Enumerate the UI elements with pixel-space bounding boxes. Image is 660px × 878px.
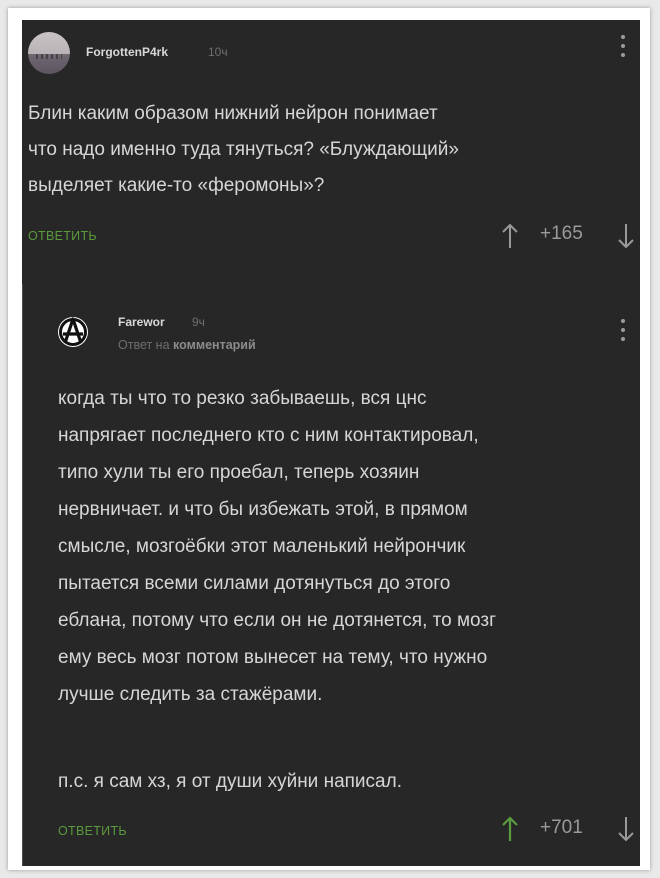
comment-text: Блин каким образом нижний нейрон понимае… bbox=[28, 103, 459, 196]
downvote-arrow-icon[interactable] bbox=[616, 815, 636, 843]
more-options-icon[interactable] bbox=[618, 318, 628, 344]
comment-rating: +165 bbox=[540, 223, 583, 244]
more-options-icon[interactable] bbox=[618, 34, 628, 60]
comment-time: 10ч bbox=[208, 45, 228, 59]
reply-button[interactable]: ОТВЕТИТЬ bbox=[28, 229, 97, 243]
avatar-birds-decoration bbox=[36, 54, 62, 59]
anarchy-symbol-icon[interactable] bbox=[57, 316, 89, 348]
reply-to-link[interactable]: комментарий bbox=[173, 338, 256, 352]
reply-text: когда ты что то резко забываешь, вся цнс… bbox=[58, 388, 497, 705]
reply-time: 9ч bbox=[192, 315, 205, 329]
comment-thread: ForgottenP4rk 10ч Блин каким образом ниж… bbox=[22, 20, 640, 866]
upvote-arrow-icon[interactable] bbox=[500, 815, 520, 843]
downvote-arrow-icon[interactable] bbox=[616, 222, 636, 250]
reply-postscript: п.с. я сам хз, я от души хуйни написал. bbox=[58, 771, 402, 792]
reply-to-prefix: Ответ на bbox=[118, 338, 170, 352]
reply-button[interactable]: ОТВЕТИТЬ bbox=[58, 824, 127, 838]
upvote-arrow-icon[interactable] bbox=[500, 222, 520, 250]
reply-rating: +701 bbox=[540, 817, 583, 838]
reply-to-info: Ответ на комментарий bbox=[118, 338, 256, 352]
reply-username[interactable]: Farewor bbox=[118, 315, 165, 329]
thread-indent-line bbox=[22, 284, 23, 866]
avatar-photo-icon[interactable] bbox=[28, 32, 70, 74]
comment-username[interactable]: ForgottenP4rk bbox=[86, 45, 168, 59]
